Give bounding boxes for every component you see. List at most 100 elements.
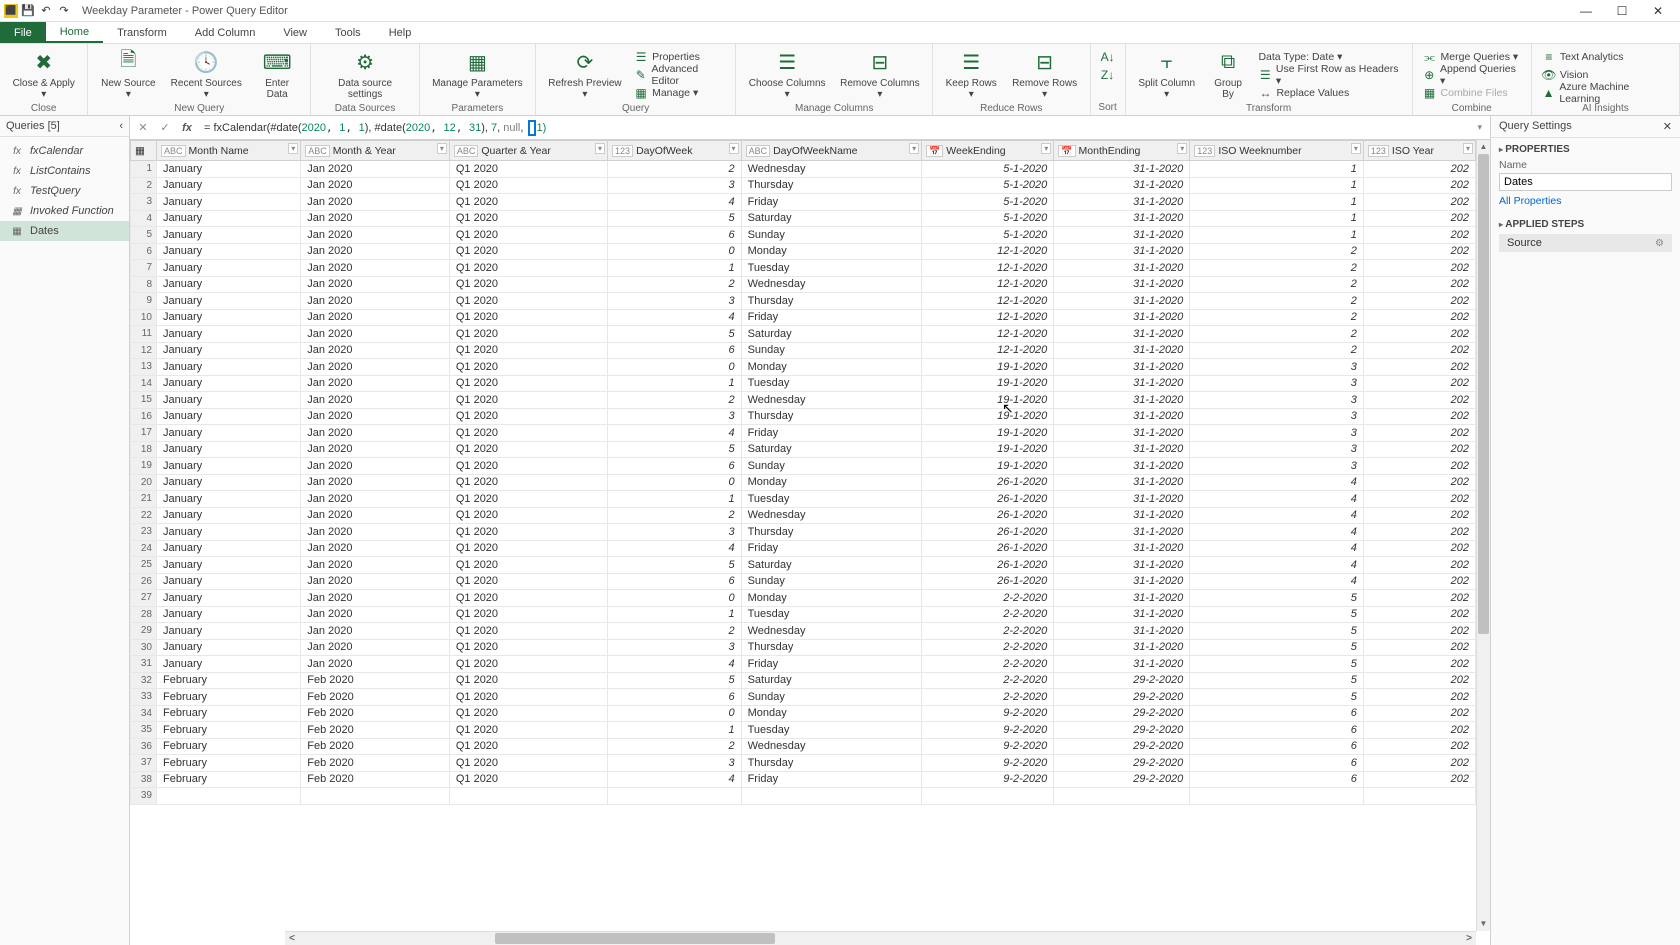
cell[interactable]: 2-2-2020 bbox=[922, 606, 1054, 623]
cell[interactable]: Q1 2020 bbox=[449, 227, 607, 244]
tab-tools[interactable]: Tools bbox=[321, 22, 375, 43]
cell[interactable]: 31-1-2020 bbox=[1054, 441, 1190, 458]
cell[interactable]: 202 bbox=[1363, 590, 1475, 607]
cell[interactable]: 26-1-2020 bbox=[922, 540, 1054, 557]
cell[interactable]: 34 bbox=[131, 705, 157, 722]
cell[interactable]: 24 bbox=[131, 540, 157, 557]
cell[interactable]: 202 bbox=[1363, 458, 1475, 475]
cell[interactable]: February bbox=[157, 689, 301, 706]
cell[interactable]: 2-2-2020 bbox=[922, 672, 1054, 689]
cell[interactable]: 5 bbox=[1190, 672, 1364, 689]
cell[interactable]: January bbox=[157, 639, 301, 656]
horizontal-scrollbar[interactable]: < > bbox=[285, 931, 1476, 945]
cell[interactable]: January bbox=[157, 458, 301, 475]
cell[interactable]: 9-2-2020 bbox=[922, 738, 1054, 755]
cell[interactable]: 6 bbox=[608, 689, 742, 706]
cell[interactable]: 4 bbox=[608, 309, 742, 326]
cell[interactable]: Saturday bbox=[741, 326, 922, 343]
cell[interactable]: 5-1-2020 bbox=[922, 227, 1054, 244]
sort-desc-button[interactable]: Z↓ bbox=[1097, 66, 1119, 84]
cell[interactable]: Q1 2020 bbox=[449, 557, 607, 574]
cell[interactable]: 19-1-2020 bbox=[922, 458, 1054, 475]
table-row[interactable]: 7JanuaryJan 2020Q1 20201Tuesday12-1-2020… bbox=[131, 260, 1476, 277]
cell[interactable]: 2 bbox=[608, 276, 742, 293]
cell[interactable]: Sunday bbox=[741, 342, 922, 359]
cell[interactable]: Jan 2020 bbox=[301, 573, 450, 590]
data-grid[interactable]: ▦ABCMonth Name▾ABCMonth & Year▾ABCQuarte… bbox=[130, 140, 1490, 945]
cell[interactable]: 12-1-2020 bbox=[922, 342, 1054, 359]
cell[interactable]: 31-1-2020 bbox=[1054, 326, 1190, 343]
cell[interactable]: 3 bbox=[608, 524, 742, 541]
cell[interactable]: 6 bbox=[1190, 738, 1364, 755]
column-header-dayofweekname[interactable]: ABCDayOfWeekName▾ bbox=[741, 141, 922, 161]
cell[interactable] bbox=[608, 788, 742, 805]
table-row[interactable]: 19JanuaryJan 2020Q1 20206Sunday19-1-2020… bbox=[131, 458, 1476, 475]
cell[interactable]: Jan 2020 bbox=[301, 441, 450, 458]
cell[interactable]: Q1 2020 bbox=[449, 656, 607, 673]
cell[interactable]: 31-1-2020 bbox=[1054, 359, 1190, 376]
cell[interactable]: Sunday bbox=[741, 458, 922, 475]
advanced-editor-button[interactable]: ✎Advanced Editor bbox=[630, 66, 729, 84]
table-row[interactable]: 28JanuaryJan 2020Q1 20201Tuesday2-2-2020… bbox=[131, 606, 1476, 623]
cell[interactable]: Thursday bbox=[741, 408, 922, 425]
cell[interactable]: 7 bbox=[131, 260, 157, 277]
cell[interactable]: Q1 2020 bbox=[449, 524, 607, 541]
table-row[interactable]: 9JanuaryJan 2020Q1 20203Thursday12-1-202… bbox=[131, 293, 1476, 310]
cell[interactable]: January bbox=[157, 590, 301, 607]
table-row[interactable]: 3JanuaryJan 2020Q1 20204Friday5-1-202031… bbox=[131, 194, 1476, 211]
cell[interactable]: Q1 2020 bbox=[449, 705, 607, 722]
cell[interactable]: Friday bbox=[741, 425, 922, 442]
cell[interactable]: 2 bbox=[608, 738, 742, 755]
filter-icon[interactable]: ▾ bbox=[437, 143, 447, 154]
cell[interactable]: Q1 2020 bbox=[449, 755, 607, 772]
cell[interactable]: 6 bbox=[1190, 705, 1364, 722]
cell[interactable]: 4 bbox=[1190, 557, 1364, 574]
cell[interactable]: Q1 2020 bbox=[449, 309, 607, 326]
cell[interactable]: 2-2-2020 bbox=[922, 689, 1054, 706]
cell[interactable]: Q1 2020 bbox=[449, 194, 607, 211]
cell[interactable]: 31-1-2020 bbox=[1054, 227, 1190, 244]
table-row[interactable]: 14JanuaryJan 2020Q1 20201Tuesday19-1-202… bbox=[131, 375, 1476, 392]
cell[interactable]: 202 bbox=[1363, 557, 1475, 574]
cell[interactable]: 5-1-2020 bbox=[922, 194, 1054, 211]
cell[interactable]: Q1 2020 bbox=[449, 573, 607, 590]
filter-icon[interactable]: ▾ bbox=[288, 143, 298, 154]
cell[interactable]: 202 bbox=[1363, 738, 1475, 755]
cell[interactable]: Tuesday bbox=[741, 606, 922, 623]
cell[interactable]: 5 bbox=[608, 557, 742, 574]
cell[interactable]: 202 bbox=[1363, 606, 1475, 623]
cell[interactable]: Monday bbox=[741, 243, 922, 260]
cell[interactable]: Q1 2020 bbox=[449, 639, 607, 656]
cell[interactable]: Jan 2020 bbox=[301, 392, 450, 409]
column-header-monthending[interactable]: 📅MonthEnding▾ bbox=[1054, 141, 1190, 161]
cell[interactable]: 2 bbox=[1190, 309, 1364, 326]
cell[interactable]: Jan 2020 bbox=[301, 474, 450, 491]
cell[interactable]: 31-1-2020 bbox=[1054, 375, 1190, 392]
cell[interactable]: 38 bbox=[131, 771, 157, 788]
cell[interactable]: 5-1-2020 bbox=[922, 177, 1054, 194]
cell[interactable]: 1 bbox=[608, 375, 742, 392]
cell[interactable]: 4 bbox=[1190, 474, 1364, 491]
cell[interactable]: 1 bbox=[131, 161, 157, 178]
cell[interactable]: Jan 2020 bbox=[301, 293, 450, 310]
table-row[interactable]: 10JanuaryJan 2020Q1 20204Friday12-1-2020… bbox=[131, 309, 1476, 326]
cell[interactable]: Q1 2020 bbox=[449, 458, 607, 475]
cell[interactable]: 6 bbox=[608, 342, 742, 359]
cell[interactable]: Monday bbox=[741, 359, 922, 376]
replace-values-button[interactable]: ↔Replace Values bbox=[1254, 84, 1405, 102]
cell[interactable]: Q1 2020 bbox=[449, 408, 607, 425]
manage-parameters-button[interactable]: ▦Manage Parameters ▾ bbox=[426, 46, 529, 102]
filter-icon[interactable]: ▾ bbox=[1177, 143, 1187, 154]
cell[interactable]: 9 bbox=[131, 293, 157, 310]
cell[interactable]: Jan 2020 bbox=[301, 408, 450, 425]
tab-view[interactable]: View bbox=[269, 22, 321, 43]
cell[interactable]: 3 bbox=[1190, 359, 1364, 376]
filter-icon[interactable]: ▾ bbox=[729, 143, 739, 154]
cell[interactable]: Wednesday bbox=[741, 161, 922, 178]
cell[interactable]: 19-1-2020 bbox=[922, 441, 1054, 458]
cell[interactable]: 4 bbox=[608, 425, 742, 442]
cell[interactable]: 31-1-2020 bbox=[1054, 177, 1190, 194]
sort-asc-button[interactable]: A↓ bbox=[1097, 48, 1119, 66]
cell[interactable]: Q1 2020 bbox=[449, 689, 607, 706]
cell[interactable]: Q1 2020 bbox=[449, 342, 607, 359]
